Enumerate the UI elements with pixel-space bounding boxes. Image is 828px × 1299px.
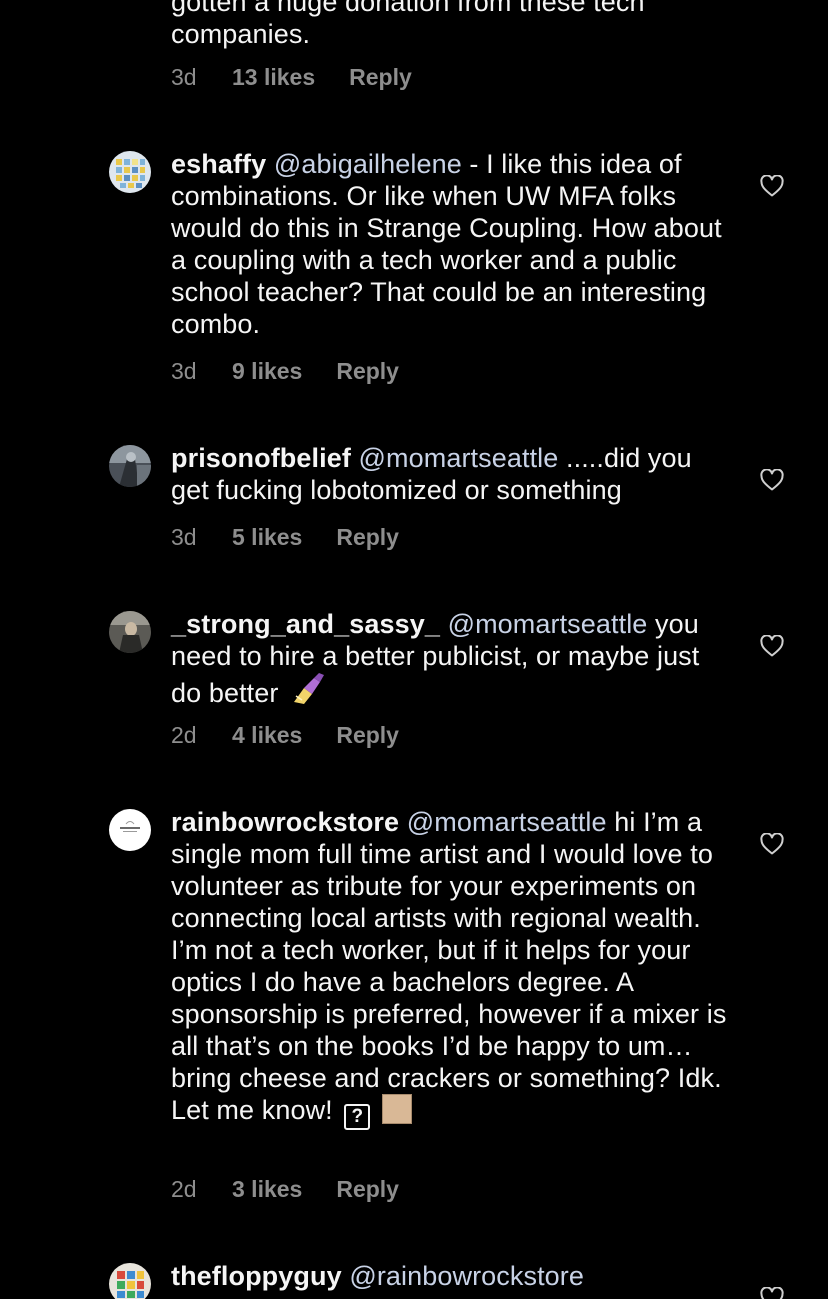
avatar[interactable] bbox=[109, 611, 151, 653]
comment-time: 3d bbox=[171, 64, 197, 90]
comment-meta: 3d 5 likes Reply bbox=[171, 524, 399, 551]
comment-body: prisonofbelief @momartseattle .....did y… bbox=[171, 442, 731, 506]
likes-count-button[interactable]: 13 likes bbox=[232, 64, 315, 91]
nail-polish-emoji bbox=[294, 673, 325, 704]
likes-count-button[interactable]: 4 likes bbox=[232, 722, 302, 749]
comment-time: 3d bbox=[171, 524, 197, 550]
comment-body: gotten a huge donation from these tech c… bbox=[171, 0, 731, 50]
comment-body: _strong_and_sassy_ @momartseattle you ne… bbox=[171, 608, 731, 709]
comment-body: eshaffy @abigailhelene - I like this ide… bbox=[171, 148, 731, 340]
heart-outline-icon[interactable] bbox=[760, 175, 784, 197]
heart-outline-icon[interactable] bbox=[760, 635, 784, 657]
avatar[interactable] bbox=[109, 445, 151, 487]
comment-text-partial: gotten a huge donation from these tech bbox=[171, 0, 645, 17]
comment-time: 3d bbox=[171, 358, 197, 384]
avatar[interactable] bbox=[109, 151, 151, 193]
comment-mention[interactable]: @abigailhelene bbox=[274, 149, 462, 179]
comment-body: thefloppyguy @rainbowrockstore bbox=[171, 1260, 731, 1292]
reply-button[interactable]: Reply bbox=[336, 722, 399, 749]
comment-time: 2d bbox=[171, 722, 197, 748]
comment-text: hi I’m a single mom full time artist and… bbox=[171, 807, 727, 1125]
comment-meta: 3d 13 likes Reply bbox=[171, 64, 412, 91]
comment-mention[interactable]: @momartseattle bbox=[359, 443, 559, 473]
heart-outline-icon[interactable] bbox=[760, 469, 784, 491]
comment-meta: 2d 3 likes Reply bbox=[171, 1176, 399, 1203]
comment-username[interactable]: prisonofbelief bbox=[171, 443, 351, 473]
comment-text-end: companies. bbox=[171, 19, 311, 49]
comment-mention[interactable]: @momartseattle bbox=[407, 807, 607, 837]
heart-outline-icon[interactable] bbox=[760, 833, 784, 855]
comment-username[interactable]: _strong_and_sassy_ bbox=[171, 609, 440, 639]
likes-count-button[interactable]: 9 likes bbox=[232, 358, 302, 385]
reply-button[interactable]: Reply bbox=[349, 64, 412, 91]
avatar[interactable] bbox=[109, 1263, 151, 1299]
comment-time: 2d bbox=[171, 1176, 197, 1202]
comment-username[interactable]: thefloppyguy bbox=[171, 1261, 342, 1291]
comment-mention[interactable]: @momartseattle bbox=[448, 609, 648, 639]
comment-username[interactable]: eshaffy bbox=[171, 149, 266, 179]
comment-meta: 3d 9 likes Reply bbox=[171, 358, 399, 385]
likes-count-button[interactable]: 5 likes bbox=[232, 524, 302, 551]
reply-button[interactable]: Reply bbox=[336, 358, 399, 385]
avatar[interactable] bbox=[109, 809, 151, 851]
likes-count-button[interactable]: 3 likes bbox=[232, 1176, 302, 1203]
skin-tone-swatch-icon bbox=[382, 1094, 412, 1124]
comment-mention[interactable]: @rainbowrockstore bbox=[349, 1261, 584, 1291]
reply-button[interactable]: Reply bbox=[336, 524, 399, 551]
missing-glyph-icon: ? bbox=[344, 1104, 371, 1130]
comment-meta: 2d 4 likes Reply bbox=[171, 722, 399, 749]
reply-button[interactable]: Reply bbox=[336, 1176, 399, 1203]
heart-outline-icon[interactable] bbox=[760, 1287, 784, 1299]
comment-username[interactable]: rainbowrockstore bbox=[171, 807, 399, 837]
comment-body: rainbowrockstore @momartseattle hi I’m a… bbox=[171, 806, 731, 1130]
